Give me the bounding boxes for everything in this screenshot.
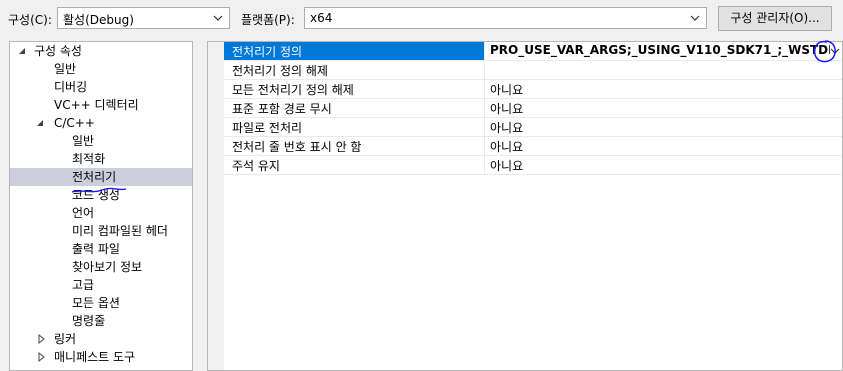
tree-item-all-options[interactable]: 모든 옵션 bbox=[72, 294, 120, 312]
tree-item-label: 고급 bbox=[72, 278, 95, 292]
tree-item-precompiled-headers[interactable]: 미리 컴파일된 헤더 bbox=[72, 222, 168, 240]
tree-item-debugging[interactable]: 디버깅 bbox=[54, 78, 87, 96]
tree-item-output-files[interactable]: 출력 파일 bbox=[72, 240, 120, 258]
column-divider bbox=[484, 80, 485, 98]
tree-item-label: 링커 bbox=[54, 332, 77, 346]
tree-item-label: C/C++ bbox=[54, 116, 95, 130]
property-value[interactable]: 아니요 bbox=[490, 157, 523, 174]
property-value[interactable]: 아니요 bbox=[490, 138, 523, 155]
property-name: 전처리기 정의 bbox=[232, 45, 303, 59]
property-name: 주석 유지 bbox=[232, 159, 280, 173]
column-divider bbox=[484, 61, 485, 79]
tree-item-label: 모든 옵션 bbox=[72, 296, 120, 310]
column-divider bbox=[484, 156, 485, 174]
expanded-triangle-icon[interactable] bbox=[18, 42, 28, 60]
grid-gutter bbox=[208, 42, 224, 370]
property-name: 전처리 줄 번호 표시 안 함 bbox=[232, 140, 362, 154]
tree-item-label: 구성 속성 bbox=[34, 44, 82, 58]
collapsed-triangle-icon[interactable] bbox=[36, 330, 46, 348]
property-row-undefine-preprocessor[interactable]: 전처리기 정의 해제 bbox=[224, 61, 842, 80]
property-row-suppress-line-numbers[interactable]: 전처리 줄 번호 표시 안 함 아니요 bbox=[224, 137, 842, 156]
tree-item-optimization[interactable]: 최적화 bbox=[72, 150, 105, 168]
tree-item-general[interactable]: 일반 bbox=[54, 60, 76, 78]
tree-item-advanced[interactable]: 고급 bbox=[72, 276, 94, 294]
property-name: 파일로 전처리 bbox=[232, 121, 303, 135]
property-name: 전처리기 정의 해제 bbox=[232, 64, 328, 78]
property-value[interactable]: 아니요 bbox=[490, 81, 523, 98]
property-row-ignore-standard-include[interactable]: 표준 포함 경로 무시 아니요 bbox=[224, 99, 842, 118]
tree-item-label: 찾아보기 정보 bbox=[72, 260, 143, 274]
tree-item-label: 전처리기 bbox=[72, 170, 117, 184]
tree-item-label: 명령줄 bbox=[72, 314, 106, 328]
chevron-down-icon bbox=[690, 15, 700, 21]
configuration-toolbar: 구성(C): 활성(Debug) 플랫폼(P): x64 구성 관리자(O)..… bbox=[0, 0, 843, 38]
property-name: 모든 전처리기 정의 해제 bbox=[232, 83, 354, 97]
property-name: 표준 포함 경로 무시 bbox=[232, 102, 332, 116]
tree-item-vc-directories[interactable]: VC++ 디렉터리 bbox=[54, 96, 139, 114]
tree-item-label: 언어 bbox=[72, 206, 95, 220]
expanded-triangle-icon[interactable] bbox=[36, 114, 46, 132]
tree-item-cpp-general[interactable]: 일반 bbox=[72, 132, 94, 150]
property-value[interactable]: 아니요 bbox=[490, 100, 523, 117]
tree-item-label: 출력 파일 bbox=[72, 242, 120, 256]
tree-item-language[interactable]: 언어 bbox=[72, 204, 94, 222]
platform-value: x64 bbox=[310, 11, 333, 25]
pen-circle-annotation bbox=[813, 40, 836, 63]
collapsed-triangle-icon[interactable] bbox=[36, 348, 46, 366]
tree-item-label: 매니페스트 도구 bbox=[54, 350, 136, 364]
tree-item-label: 최적화 bbox=[72, 152, 106, 166]
property-row-undefine-all[interactable]: 모든 전처리기 정의 해제 아니요 bbox=[224, 80, 842, 99]
configuration-select[interactable]: 활성(Debug) bbox=[57, 7, 230, 29]
tree-item-command-line[interactable]: 명령줄 bbox=[72, 312, 105, 330]
column-divider bbox=[484, 137, 485, 155]
column-divider bbox=[484, 99, 485, 117]
property-row-preprocess-to-file[interactable]: 파일로 전처리 아니요 bbox=[224, 118, 842, 137]
tree-item-label: 일반 bbox=[72, 134, 95, 148]
tree-item-label: 디버깅 bbox=[54, 80, 88, 94]
column-divider bbox=[484, 42, 485, 60]
tree-item-label: 일반 bbox=[54, 62, 77, 76]
chevron-down-icon bbox=[213, 15, 223, 21]
property-tree: 구성 속성 일반 디버깅 VC++ 디렉터리 C/C++ 일반 최적화 전처리기… bbox=[9, 41, 193, 371]
platform-select[interactable]: x64 bbox=[304, 7, 707, 29]
platform-label: 플랫폼(P): bbox=[241, 13, 295, 27]
configuration-manager-button[interactable]: 구성 관리자(O)... bbox=[718, 6, 832, 31]
tree-item-browse-information[interactable]: 찾아보기 정보 bbox=[72, 258, 142, 276]
configuration-label: 구성(C): bbox=[8, 13, 52, 27]
property-grid: 전처리기 정의 PRO_USE_VAR_ARGS;_USING_V110_SDK… bbox=[207, 41, 843, 371]
tree-item-label: 미리 컴파일된 헤더 bbox=[72, 224, 168, 238]
property-row-preprocessor-definitions[interactable]: 전처리기 정의 PRO_USE_VAR_ARGS;_USING_V110_SDK… bbox=[224, 42, 842, 61]
pen-scribble-annotation bbox=[71, 187, 127, 193]
tree-item-label: VC++ 디렉터리 bbox=[54, 98, 139, 112]
column-divider bbox=[484, 118, 485, 136]
property-row-keep-comments[interactable]: 주석 유지 아니요 bbox=[224, 156, 842, 175]
property-value[interactable]: 아니요 bbox=[490, 119, 523, 136]
property-value-input[interactable]: PRO_USE_VAR_ARGS;_USING_V110_SDK71_;_WST… bbox=[490, 43, 830, 57]
configuration-value: 활성(Debug) bbox=[63, 13, 134, 27]
